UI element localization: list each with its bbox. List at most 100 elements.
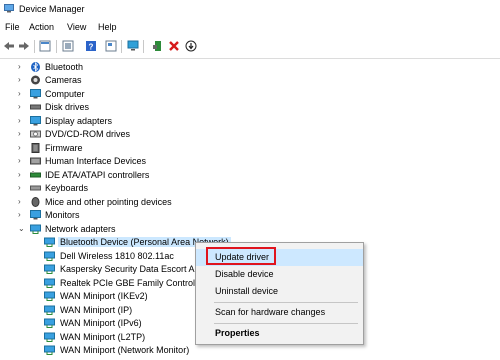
monitor-icon xyxy=(30,210,41,220)
firmware-icon xyxy=(31,143,40,153)
tree-item-ide-ata-atapi-controllers[interactable]: › IDE ATA/ATAPI controllers xyxy=(0,169,500,182)
monitor-icon[interactable] xyxy=(126,39,140,53)
tree-label: Disk drives xyxy=(45,102,90,112)
tree-item-human-interface-devices[interactable]: › Human Interface Devices xyxy=(0,155,500,168)
tree-label: WAN Miniport (L2TP) xyxy=(60,332,146,342)
menu-item-label: Disable device xyxy=(215,269,274,279)
display-adapter-icon xyxy=(30,116,41,126)
tree-item-bluetooth[interactable]: › Bluetooth xyxy=(0,61,500,74)
update-driver-icon[interactable] xyxy=(184,39,198,53)
menu-item-label: Properties xyxy=(215,328,260,338)
tree-label: Bluetooth xyxy=(45,62,84,72)
network-adapter-icon xyxy=(44,318,55,328)
dvd-icon xyxy=(30,130,41,138)
chevron-right-icon[interactable]: › xyxy=(18,144,26,152)
tree-item-network-adapters[interactable]: ⌄ Network adapters xyxy=(0,223,500,236)
network-adapter-icon xyxy=(44,251,55,261)
chevron-right-icon[interactable]: › xyxy=(18,90,26,98)
mouse-icon xyxy=(31,197,40,207)
properties-icon[interactable] xyxy=(38,39,52,53)
title-bar: Device Manager xyxy=(0,0,500,19)
scan-hardware-menu-item[interactable]: Scan for hardware changes xyxy=(196,304,363,321)
menu-file[interactable]: File xyxy=(5,22,20,32)
network-adapter-icon xyxy=(44,345,55,355)
tree-item-monitors[interactable]: › Monitors xyxy=(0,209,500,222)
tree-label: Realtek PCIe GBE Family Controll xyxy=(60,278,198,288)
toolbar: ? xyxy=(0,36,500,59)
tree-label: Network adapters xyxy=(45,224,116,234)
tree-label: Human Interface Devices xyxy=(45,156,147,166)
chevron-right-icon[interactable]: › xyxy=(18,130,26,138)
tree-label: Kaspersky Security Data Escort A xyxy=(60,264,195,274)
menu-separator xyxy=(214,323,358,324)
menu-action[interactable]: Action xyxy=(29,22,54,32)
properties-menu-item[interactable]: Properties xyxy=(196,325,363,342)
tree-item-keyboards[interactable]: › Keyboards xyxy=(0,182,500,195)
show-hidden-icon[interactable] xyxy=(61,39,75,53)
chevron-right-icon[interactable]: › xyxy=(18,211,26,219)
disable-device-menu-item[interactable]: Disable device xyxy=(196,266,363,283)
computer-icon xyxy=(30,89,41,99)
network-adapter-icon xyxy=(44,291,55,301)
tree-label: Cameras xyxy=(45,75,82,85)
tree-label: Firmware xyxy=(45,143,83,153)
network-adapter-icon xyxy=(44,264,55,274)
device-wan-network-monitor[interactable]: WAN Miniport (Network Monitor) xyxy=(0,344,500,357)
toolbar-separator xyxy=(121,40,122,53)
chevron-right-icon[interactable]: › xyxy=(18,103,26,111)
menu-separator xyxy=(214,302,358,303)
network-adapter-icon xyxy=(44,237,55,247)
menu-view[interactable]: View xyxy=(67,22,86,32)
network-adapter-icon xyxy=(30,224,41,234)
back-icon[interactable] xyxy=(2,39,16,53)
toolbar-separator xyxy=(143,40,144,53)
chevron-right-icon[interactable]: › xyxy=(18,198,26,206)
add-driver-icon[interactable] xyxy=(151,39,165,53)
ide-icon xyxy=(30,171,41,178)
chevron-right-icon[interactable]: › xyxy=(18,76,26,84)
tree-label: Keyboards xyxy=(45,183,89,193)
svg-text:?: ? xyxy=(89,43,94,52)
forward-icon[interactable] xyxy=(17,39,31,53)
tree-label: Dell Wireless 1810 802.11ac xyxy=(60,251,174,261)
tree-item-dvd-cd-rom-drives[interactable]: › DVD/CD-ROM drives xyxy=(0,128,500,141)
hid-icon xyxy=(30,157,41,165)
menu-item-label: Uninstall device xyxy=(215,286,279,296)
chevron-right-icon[interactable]: › xyxy=(18,184,26,192)
tree-label: WAN Miniport (IPv6) xyxy=(60,318,142,328)
tree-label: IDE ATA/ATAPI controllers xyxy=(45,170,150,180)
bluetooth-icon xyxy=(31,62,40,72)
window-title: Device Manager xyxy=(19,4,85,14)
tree-item-display-adapters[interactable]: › Display adapters xyxy=(0,115,500,128)
menu-help[interactable]: Help xyxy=(98,22,117,32)
chevron-down-icon[interactable]: ⌄ xyxy=(18,225,26,233)
uninstall-icon[interactable] xyxy=(167,39,181,53)
tree-item-computer[interactable]: › Computer xyxy=(0,88,500,101)
toolbar-separator xyxy=(56,40,57,53)
chevron-right-icon[interactable]: › xyxy=(18,171,26,179)
toolbar-separator xyxy=(34,40,35,53)
keyboard-icon xyxy=(30,185,41,191)
tree-label: Display adapters xyxy=(45,116,113,126)
disk-drive-icon xyxy=(30,104,41,110)
menu-bar: File Action View Help xyxy=(0,19,500,36)
uninstall-device-menu-item[interactable]: Uninstall device xyxy=(196,283,363,300)
tree-item-disk-drives[interactable]: › Disk drives xyxy=(0,101,500,114)
tree-label: Mice and other pointing devices xyxy=(45,197,172,207)
tree-label: Monitors xyxy=(45,210,80,220)
camera-icon xyxy=(31,75,40,85)
tree-label: DVD/CD-ROM drives xyxy=(45,129,131,139)
tree-item-mice[interactable]: › Mice and other pointing devices xyxy=(0,196,500,209)
chevron-right-icon[interactable]: › xyxy=(18,117,26,125)
chevron-right-icon[interactable]: › xyxy=(18,63,26,71)
details-icon[interactable] xyxy=(104,39,118,53)
tree-label: WAN Miniport (IKEv2) xyxy=(60,291,148,301)
update-driver-highlight xyxy=(206,247,276,265)
tree-item-cameras[interactable]: › Cameras xyxy=(0,74,500,87)
chevron-right-icon[interactable]: › xyxy=(18,157,26,165)
help-icon[interactable]: ? xyxy=(84,39,98,53)
device-manager-icon xyxy=(4,4,14,13)
network-adapter-icon xyxy=(44,332,55,342)
menu-item-label: Scan for hardware changes xyxy=(215,307,326,317)
tree-item-firmware[interactable]: › Firmware xyxy=(0,142,500,155)
